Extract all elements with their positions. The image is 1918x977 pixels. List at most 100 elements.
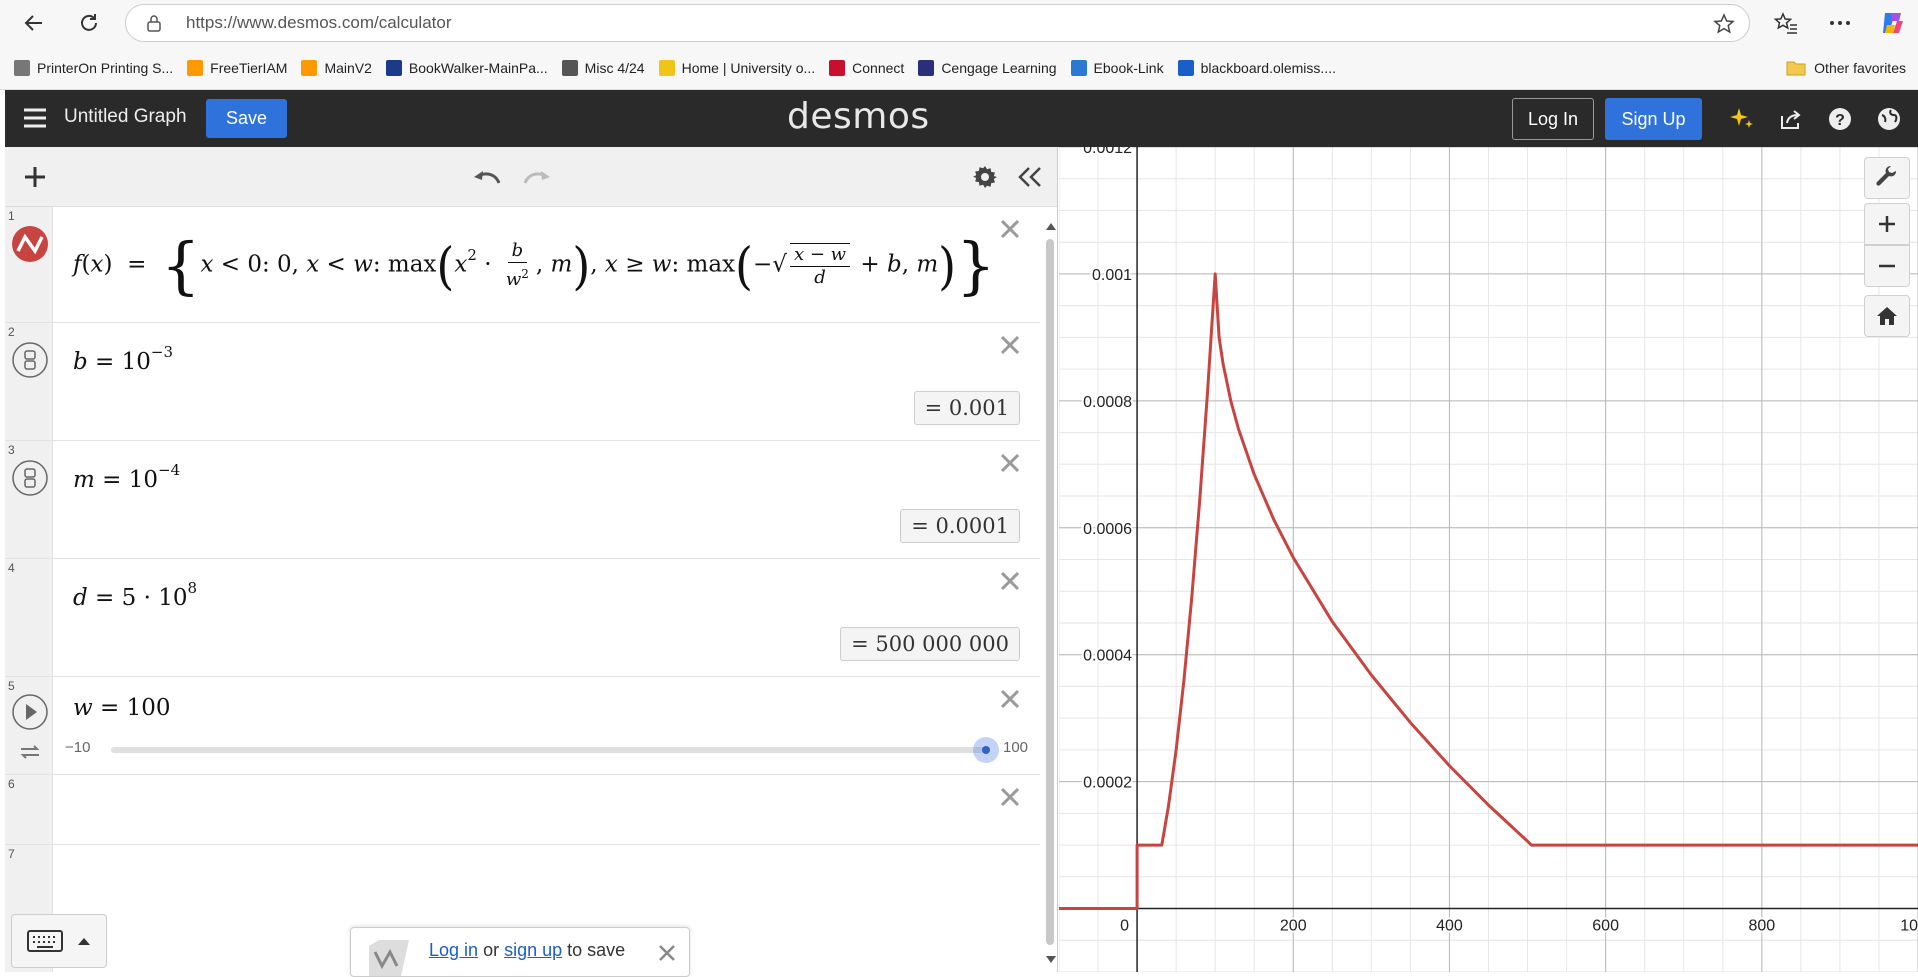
copilot-icon — [1883, 13, 1903, 33]
keypad-toggle-button[interactable] — [11, 914, 107, 968]
favorite-star-icon[interactable] — [1713, 13, 1735, 40]
graph-color-icon[interactable] — [11, 225, 49, 263]
x-tick-label: 200 — [1280, 918, 1307, 935]
minus-icon — [1879, 264, 1895, 268]
expression-row-2[interactable]: 2 b = 10−3 = 0.001 — [5, 323, 1040, 441]
close-toast-icon[interactable] — [657, 943, 677, 963]
bookmark-label: Misc 4/24 — [584, 60, 645, 76]
add-item-button[interactable] — [20, 162, 50, 192]
slider-toggle-icon[interactable] — [11, 459, 49, 497]
expression-row-4[interactable]: 4 d = 5 · 108 = 500 000 000 — [5, 559, 1040, 677]
collapse-list-button[interactable] — [1015, 162, 1045, 192]
help-button[interactable]: ? — [1826, 105, 1854, 133]
plus-icon — [25, 167, 45, 187]
variable-b-definition[interactable]: b = 10−3 — [73, 343, 173, 375]
bookmark-item[interactable]: PrinterOn Printing S... — [14, 60, 173, 76]
delete-expression-icon[interactable] — [998, 451, 1022, 475]
bookmark-item[interactable]: FreeTierIAM — [187, 60, 287, 76]
bookmarks-bar: PrinterOn Printing S... FreeTierIAM MainV2… — [0, 50, 1918, 86]
variable-w-definition[interactable]: w = 100 — [73, 695, 171, 721]
bookmark-item[interactable]: Home | University o... — [658, 60, 816, 76]
scroll-down-icon[interactable] — [1045, 955, 1057, 965]
more-dots-icon — [1830, 21, 1850, 25]
wrench-icon — [1876, 166, 1897, 186]
signup-link[interactable]: sign up — [504, 940, 562, 960]
expression-index: 6 — [8, 777, 15, 791]
hamburger-icon — [24, 108, 46, 128]
zoom-out-button[interactable] — [1864, 245, 1910, 287]
bookmark-favicon-icon — [829, 60, 846, 76]
d-coefficient: 5 — [121, 585, 137, 611]
zoom-in-button[interactable] — [1864, 203, 1910, 245]
redo-button[interactable] — [522, 162, 552, 192]
variable-m-definition[interactable]: m = 10−4 — [73, 461, 180, 493]
y-tick-label: 0.0006 — [1083, 521, 1132, 538]
expression-index: 1 — [8, 209, 15, 223]
favorites-button[interactable] — [1769, 6, 1803, 40]
share-button[interactable] — [1777, 105, 1805, 133]
graph-settings-button[interactable] — [970, 162, 1000, 192]
bookmark-favicon-icon — [918, 60, 935, 76]
language-button[interactable] — [1875, 105, 1903, 133]
delete-expression-icon[interactable] — [998, 569, 1022, 593]
save-button[interactable]: Save — [206, 99, 287, 138]
delete-expression-icon[interactable] — [998, 217, 1022, 241]
slider-min-label[interactable]: −10 — [65, 739, 90, 756]
slider-toggle-icon[interactable] — [11, 341, 49, 379]
copilot-button[interactable] — [1876, 6, 1910, 40]
delete-expression-icon[interactable] — [998, 687, 1022, 711]
graph-paper[interactable]: 0 200 400 600 800 1000 0.0002 0.0004 0.0006 0.000… — [1059, 147, 1918, 972]
other-favorites[interactable]: Other favorites — [1786, 50, 1906, 86]
bookmark-item[interactable]: BookWalker-MainPa... — [385, 60, 548, 76]
bookmark-label: PrinterOn Printing S... — [37, 60, 174, 76]
bookmark-item[interactable]: Connect — [829, 60, 904, 76]
ai-sparkle-button[interactable] — [1728, 105, 1756, 133]
bookmark-favicon-icon — [187, 60, 204, 76]
bookmark-label: Cengage Learning — [941, 60, 1057, 76]
address-bar[interactable]: https://www.desmos.com/calculator — [125, 4, 1750, 42]
share-icon — [1781, 110, 1801, 129]
bookmark-item[interactable]: MainV2 — [301, 60, 372, 76]
save-prompt-toast: Log in or sign up to save — [350, 927, 690, 977]
graph-settings-wrench-button[interactable] — [1864, 157, 1910, 199]
play-icon[interactable] — [11, 693, 49, 731]
expression-row-6[interactable]: 6 — [5, 775, 1040, 845]
bookmark-label: Home | University o... — [681, 60, 816, 76]
y-tick-label: 0.001 — [1092, 267, 1132, 284]
m-base: 10 — [128, 467, 158, 493]
bookmark-item[interactable]: Ebook-Link — [1070, 60, 1164, 76]
slider-track[interactable] — [111, 747, 986, 753]
caret-up-icon — [78, 938, 90, 945]
default-viewport-button[interactable] — [1864, 295, 1910, 337]
menu-button[interactable] — [21, 104, 49, 132]
expression-row-3[interactable]: 3 m = 10−4 = 0.0001 — [5, 441, 1040, 559]
login-link[interactable]: Log in — [429, 940, 478, 960]
redo-icon — [523, 171, 550, 184]
variable-d-definition[interactable]: d = 5 · 108 — [73, 579, 197, 611]
undo-button[interactable] — [472, 162, 502, 192]
loop-icon[interactable] — [18, 743, 42, 761]
delete-expression-icon[interactable] — [998, 333, 1022, 357]
back-button[interactable] — [17, 6, 51, 40]
delete-expression-icon[interactable] — [998, 785, 1022, 809]
bookmark-item[interactable]: Misc 4/24 — [561, 60, 645, 76]
graph-canvas[interactable]: 0 200 400 600 800 1000 0.0002 0.0004 0.0006 0.000… — [1059, 147, 1918, 972]
expression-list-scrollbar[interactable] — [1046, 239, 1054, 945]
slider-max-label[interactable]: 100 — [1003, 739, 1028, 756]
bookmark-item[interactable]: Cengage Learning — [918, 60, 1057, 76]
to-save-text: to save — [567, 940, 626, 960]
d-exponent: 8 — [187, 579, 198, 597]
more-options-button[interactable] — [1823, 6, 1857, 40]
expression-row-1[interactable]: 1 f(x) = {x < 0: 0, x < w: max(x2 · b w2,… — [5, 207, 1040, 323]
bookmark-item[interactable]: blackboard.olemiss.... — [1177, 60, 1336, 76]
function-definition[interactable]: f(x) = {x < 0: 0, x < w: max(x2 · b w2, m… — [73, 229, 996, 302]
graph-title[interactable]: Untitled Graph — [64, 106, 187, 128]
login-button[interactable]: Log In — [1512, 98, 1594, 140]
signup-button[interactable]: Sign Up — [1605, 98, 1702, 140]
refresh-button[interactable] — [72, 6, 106, 40]
expression-row-5[interactable]: 5 w = 100 −10 100 — [5, 677, 1040, 775]
scroll-up-icon[interactable] — [1045, 221, 1057, 231]
favorites-list-icon — [1774, 12, 1797, 34]
expression-index: 2 — [8, 325, 15, 339]
slider-thumb[interactable] — [973, 737, 999, 763]
